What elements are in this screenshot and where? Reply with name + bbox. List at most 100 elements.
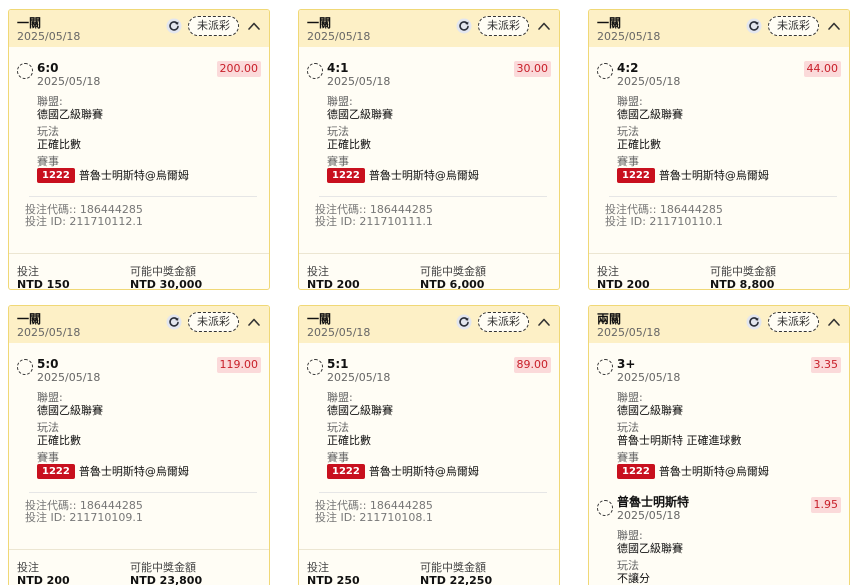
- refresh-icon[interactable]: [166, 18, 182, 34]
- chevron-up-icon[interactable]: [537, 19, 551, 33]
- event-code-badge: 1222: [37, 464, 75, 479]
- bet-selection: 1.95 普魯士明斯特 2025/05/18 聯盟: 德國乙級聯賽 玩法 不讓分: [589, 479, 849, 585]
- event-label: 賽事: [37, 451, 59, 464]
- market-value: 正確比數: [327, 138, 371, 151]
- market-label: 玩法: [617, 125, 639, 138]
- stake-label: 投注: [17, 561, 39, 574]
- refresh-icon[interactable]: [746, 18, 762, 34]
- bet-card: 一關 2025/05/18 未派彩 200.00 6:0 2025/05/18 …: [8, 9, 270, 290]
- event-name: 普魯士明斯特@烏爾姆: [368, 464, 479, 478]
- league-label: 聯盟:: [327, 391, 353, 404]
- odds-badge: 119.00: [216, 357, 261, 373]
- stake-label: 投注: [307, 265, 329, 278]
- league-label: 聯盟:: [37, 95, 63, 108]
- event-code-badge: 1222: [617, 168, 655, 183]
- market-label: 玩法: [37, 421, 59, 434]
- league-value: 德國乙級聯賽: [617, 542, 683, 555]
- league-value: 德國乙級聯賽: [37, 404, 103, 417]
- header-actions: 未派彩: [166, 312, 261, 332]
- bet-selection: 3.35 3+ 2025/05/18 聯盟: 德國乙級聯賽 玩法 普魯士明斯特 …: [589, 343, 849, 479]
- event-code-badge: 1222: [327, 464, 365, 479]
- event-row: 1222 普魯士明斯特@烏爾姆: [37, 168, 261, 183]
- league-label: 聯盟:: [617, 95, 643, 108]
- header-actions: 未派彩: [746, 312, 841, 332]
- dashed-circle-icon: [17, 359, 33, 375]
- bet-selection: 200.00 6:0 2025/05/18 聯盟: 德國乙級聯賽 玩法 正確比數…: [9, 47, 269, 183]
- card-footer: 投注 NTD 150 可能中獎金額 NTD 30,000: [9, 253, 269, 290]
- refresh-icon[interactable]: [456, 314, 472, 330]
- chevron-up-icon[interactable]: [827, 19, 841, 33]
- status-badge: 未派彩: [478, 312, 529, 332]
- selection-name: 普魯士明斯特: [617, 495, 690, 509]
- event-row: 1222 普魯士明斯特@烏爾姆: [617, 168, 841, 183]
- payout-label: 可能中獎金額: [710, 265, 776, 278]
- league-label: 聯盟:: [617, 391, 643, 404]
- card-header: 一關 2025/05/18 未派彩: [589, 10, 849, 47]
- chevron-up-icon[interactable]: [247, 315, 261, 329]
- header-actions: 未派彩: [456, 312, 551, 332]
- status-badge: 未派彩: [768, 16, 819, 36]
- bet-selection: 89.00 5:1 2025/05/18 聯盟: 德國乙級聯賽 玩法 正確比數 …: [299, 343, 559, 479]
- payout-column: 可能中獎金額 NTD 22,250: [420, 562, 533, 585]
- header-actions: 未派彩: [166, 16, 261, 36]
- dashed-circle-icon: [307, 359, 323, 375]
- bet-card: 兩關 2025/05/18 未派彩 3.35 3+ 2025/05/18 聯盟:…: [588, 305, 850, 585]
- stake-label: 投注: [17, 265, 39, 278]
- chevron-up-icon[interactable]: [247, 19, 261, 33]
- league-value: 德國乙級聯賽: [617, 108, 683, 121]
- chevron-up-icon[interactable]: [537, 315, 551, 329]
- event-label: 賽事: [327, 451, 349, 464]
- league-value: 德國乙級聯賽: [327, 404, 393, 417]
- status-badge: 未派彩: [188, 16, 239, 36]
- header-actions: 未派彩: [456, 16, 551, 36]
- bet-codes: 投注代碼:: 186444285 投注 ID: 211710108.1: [299, 493, 559, 524]
- status-badge: 未派彩: [768, 312, 819, 332]
- status-badge: 未派彩: [188, 312, 239, 332]
- market-label: 玩法: [327, 421, 349, 434]
- payout-label: 可能中獎金額: [130, 265, 196, 278]
- stake-column: 投注 NTD 150: [17, 266, 130, 290]
- event-row: 1222 普魯士明斯特@烏爾姆: [617, 464, 841, 479]
- league-value: 德國乙級聯賽: [37, 108, 103, 121]
- odds-badge: 44.00: [803, 61, 841, 77]
- odds-badge: 1.95: [810, 497, 841, 513]
- bet-codes: 投注代碼:: 186444285 投注 ID: 211710111.1: [299, 197, 559, 228]
- stake-value: NTD 200: [597, 278, 650, 290]
- league-value: 德國乙級聯賽: [327, 108, 393, 121]
- refresh-icon[interactable]: [746, 314, 762, 330]
- odds-badge: 200.00: [216, 61, 261, 77]
- chevron-up-icon[interactable]: [827, 315, 841, 329]
- bet-id-line: 投注 ID: 211710110.1: [605, 215, 723, 228]
- bet-id-line: 投注 ID: 211710111.1: [315, 215, 433, 228]
- market-value: 不讓分: [617, 572, 650, 585]
- stake-value: NTD 250: [307, 574, 360, 585]
- event-label: 賽事: [37, 155, 59, 168]
- stake-column: 投注 NTD 200: [307, 266, 420, 290]
- bet-codes: 投注代碼:: 186444285 投注 ID: 211710110.1: [589, 197, 849, 228]
- card-footer: 投注 NTD 200 可能中獎金額 NTD 23,800: [9, 549, 269, 585]
- stake-value: NTD 200: [17, 574, 70, 585]
- refresh-icon[interactable]: [166, 314, 182, 330]
- refresh-icon[interactable]: [456, 18, 472, 34]
- market-value: 正確比數: [617, 138, 661, 151]
- payout-label: 可能中獎金額: [130, 561, 196, 574]
- odds-badge: 3.35: [810, 357, 841, 373]
- bet-id: 211710108.1: [359, 511, 433, 524]
- stake-column: 投注 NTD 250: [307, 562, 420, 585]
- league-value: 德國乙級聯賽: [617, 404, 683, 417]
- payout-column: 可能中獎金額 NTD 8,800: [710, 266, 823, 290]
- stake-column: 投注 NTD 200: [17, 562, 130, 585]
- stake-label: 投注: [307, 561, 329, 574]
- card-header: 兩關 2025/05/18 未派彩: [589, 306, 849, 343]
- league-label: 聯盟:: [327, 95, 353, 108]
- stake-value: NTD 150: [17, 278, 70, 290]
- bet-id: 211710112.1: [69, 215, 143, 228]
- payout-value: NTD 22,250: [420, 574, 493, 585]
- event-row: 1222 普魯士明斯特@烏爾姆: [327, 168, 551, 183]
- card-footer: 投注 NTD 250 可能中獎金額 NTD 22,250: [299, 549, 559, 585]
- bet-codes: 投注代碼:: 186444285 投注 ID: 211710109.1: [9, 493, 269, 524]
- card-header: 一關 2025/05/18 未派彩: [9, 306, 269, 343]
- event-name: 普魯士明斯特@烏爾姆: [368, 168, 479, 182]
- bet-id: 211710110.1: [649, 215, 723, 228]
- event-row: 1222 普魯士明斯特@烏爾姆: [327, 464, 551, 479]
